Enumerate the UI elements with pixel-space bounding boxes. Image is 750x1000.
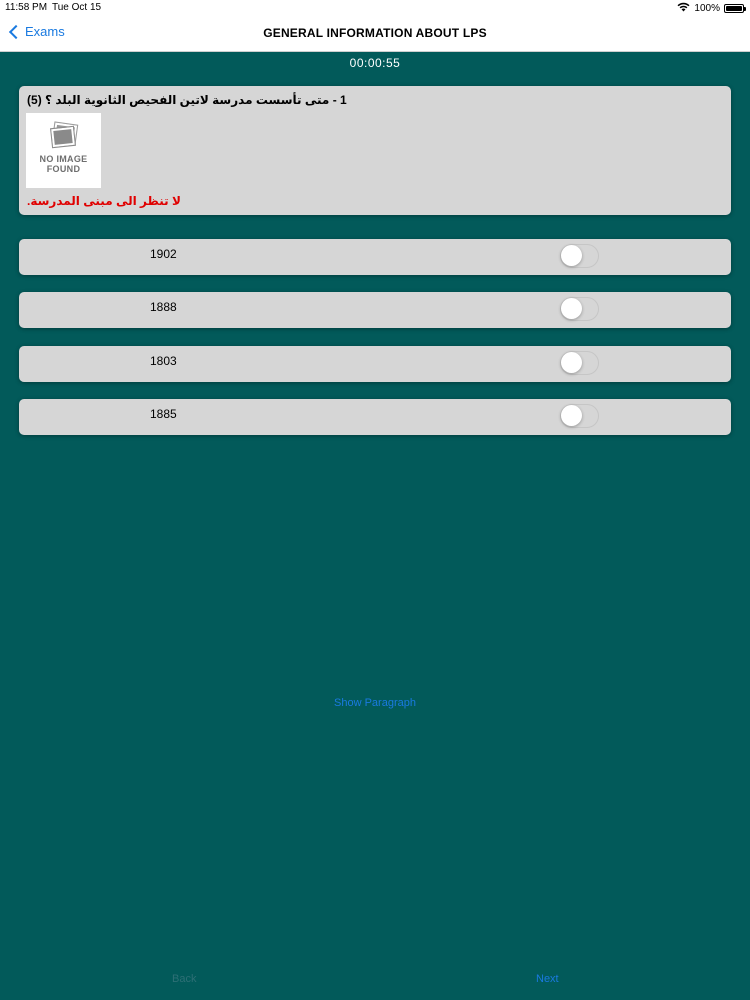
toggle-knob	[561, 405, 582, 426]
status-bar: 11:58 PM Tue Oct 15 100%	[0, 0, 750, 16]
page-title: GENERAL INFORMATION ABOUT LPS	[263, 26, 487, 40]
wifi-icon	[677, 2, 690, 15]
answer-option[interactable]: 1803	[19, 346, 731, 382]
answer-option-label: 1902	[150, 247, 177, 261]
toggle-knob	[561, 352, 582, 373]
answer-option[interactable]: 1888	[19, 292, 731, 328]
answer-option[interactable]: 1885	[19, 399, 731, 435]
toggle-knob	[561, 245, 582, 266]
back-button[interactable]: Back	[172, 973, 196, 985]
no-image-placeholder: NO IMAGE FOUND	[26, 113, 101, 188]
status-time: 11:58 PM	[5, 2, 48, 13]
image-icon	[49, 121, 78, 149]
answer-option[interactable]: 1902	[19, 239, 731, 275]
battery-percent: 100%	[694, 3, 720, 14]
answer-option-label: 1885	[150, 407, 177, 421]
answer-option-label: 1888	[150, 300, 177, 314]
answer-toggle[interactable]	[560, 404, 599, 428]
next-button[interactable]: Next	[536, 973, 559, 985]
battery-icon	[724, 4, 746, 13]
navigation-bar: Exams GENERAL INFORMATION ABOUT LPS	[0, 16, 750, 52]
no-image-text: NO IMAGE FOUND	[39, 154, 88, 174]
answer-toggle[interactable]	[560, 244, 599, 268]
answer-option-label: 1803	[150, 354, 177, 368]
question-hint: لا تنظر الى مبنى المدرسة.	[27, 194, 181, 208]
exam-timer: 00:00:55	[349, 56, 401, 70]
question-card: 1 - متى تأسست مدرسة لاتين الفحيص الثانوي…	[19, 86, 731, 215]
status-indicators: 100%	[677, 2, 746, 15]
toggle-knob	[561, 298, 582, 319]
question-text: 1 - متى تأسست مدرسة لاتين الفحيص الثانوي…	[27, 93, 347, 107]
show-paragraph-link[interactable]: Show Paragraph	[0, 697, 750, 709]
status-date: Tue Oct 15	[52, 2, 102, 13]
answer-toggle[interactable]	[560, 351, 599, 375]
answer-toggle[interactable]	[560, 297, 599, 321]
